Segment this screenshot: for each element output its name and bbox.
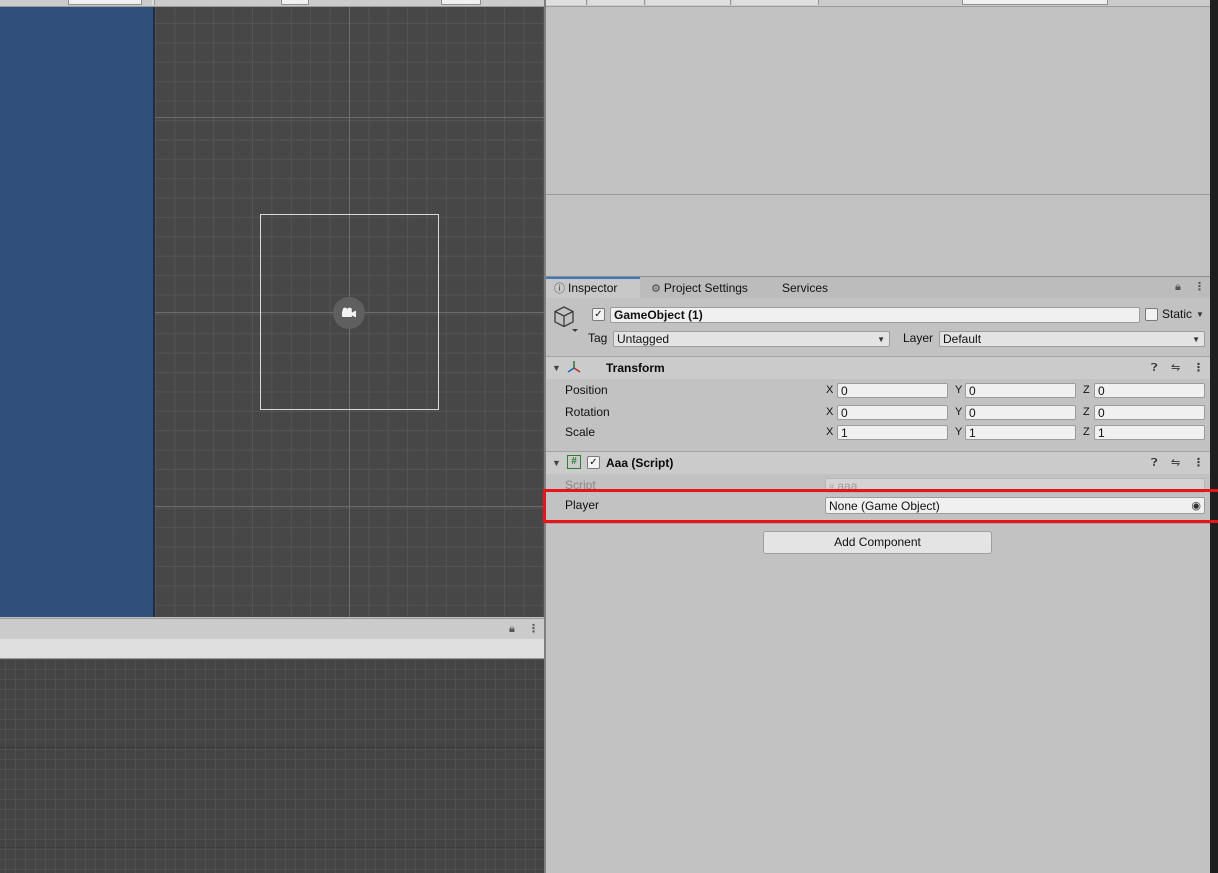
layer-label: Layer (903, 331, 934, 345)
transform-header[interactable]: ▼ Transform ❓︎ ⇋ ⋮ (546, 356, 1210, 379)
script-hash-icon: # (567, 455, 581, 469)
position-z-field[interactable]: 0 (1094, 383, 1205, 398)
info-icon: ⓘ (554, 283, 565, 295)
gameobject-active-checkbox[interactable]: ✓ (592, 308, 605, 321)
top-tool-field-2[interactable] (441, 0, 481, 5)
lock-icon[interactable]: 🔒︎ (1175, 280, 1181, 294)
tag-value: Untagged (617, 332, 670, 346)
top-tab[interactable] (588, 0, 645, 5)
script-enabled-checkbox[interactable]: ✓ (587, 456, 600, 469)
tab-services[interactable]: Services (774, 277, 836, 298)
game-view-panel (0, 7, 153, 617)
script-component-title: Aaa (Script) (606, 456, 674, 470)
rotation-x-field[interactable]: 0 (837, 405, 948, 420)
top-divider (152, 0, 155, 5)
presets-icon[interactable]: ⇋ (1171, 456, 1180, 470)
foldout-arrow-icon[interactable]: ▼ (552, 361, 561, 375)
transform-axes-icon (567, 360, 581, 377)
component-separator (546, 523, 1210, 524)
panel-separator (546, 194, 1210, 195)
right-edge-bar (1210, 0, 1218, 873)
tab-label: Project Settings (663, 281, 748, 295)
bottom-grid-view[interactable] (0, 659, 544, 873)
help-icon[interactable]: ❓︎ (1151, 361, 1158, 375)
chevron-down-icon: ▼ (877, 335, 885, 344)
chevron-down-icon: ▼ (1192, 335, 1200, 344)
position-label: Position (565, 383, 608, 397)
kebab-menu-icon[interactable]: ⋮ (528, 622, 539, 636)
scale-y-field[interactable]: 1 (965, 425, 1076, 440)
bottom-panel-toolbar (0, 639, 544, 659)
tag-label: Tag (588, 331, 608, 345)
scale-label: Scale (565, 425, 596, 439)
static-dropdown-arrow[interactable]: ▼ (1196, 307, 1204, 323)
tag-dropdown[interactable]: Untagged ▼ (613, 331, 890, 347)
position-y-field[interactable]: 0 (965, 383, 1076, 398)
gear-icon: ⚙ (651, 283, 661, 295)
axis-y-label[interactable]: Y (955, 405, 962, 420)
camera-icon (342, 307, 356, 318)
tab-label: Services (782, 281, 829, 295)
top-tab[interactable] (732, 0, 819, 5)
axis-z-label[interactable]: Z (1083, 405, 1090, 420)
tab-inspector[interactable]: ⓘ Inspector (546, 277, 640, 298)
bottom-panel-header: 🔒︎ ⋮ (0, 618, 544, 640)
inspector-tab-bar: ⓘ Inspector ⚙ Project Settings Services 🔒︎… (546, 276, 1210, 299)
top-search-input[interactable] (962, 0, 1108, 5)
scale-x-field[interactable]: 1 (837, 425, 948, 440)
kebab-menu-icon[interactable]: ⋮ (1193, 361, 1204, 375)
help-icon[interactable]: ❓︎ (1151, 456, 1158, 470)
axis-y-label[interactable]: Y (955, 383, 962, 398)
layer-value: Default (943, 332, 982, 346)
gameobject-cube-icon (552, 305, 578, 336)
foldout-arrow-icon[interactable]: ▼ (552, 456, 561, 470)
scene-view[interactable] (155, 7, 544, 617)
rotation-label: Rotation (565, 405, 610, 419)
axis-x-label[interactable]: X (826, 405, 833, 420)
tab-label: Inspector (568, 281, 618, 295)
top-tab[interactable] (646, 0, 731, 5)
axis-y-label[interactable]: Y (955, 425, 962, 440)
top-tab[interactable] (546, 0, 587, 5)
axis-z-label[interactable]: Z (1083, 425, 1090, 440)
script-component-header[interactable]: ▼ # ✓ Aaa (Script) ❓︎ ⇋ ⋮ (546, 451, 1210, 474)
kebab-menu-icon[interactable]: ⋮ (1194, 280, 1205, 294)
top-toolbar-strip (0, 0, 1218, 7)
position-x-field[interactable]: 0 (837, 383, 948, 398)
scale-z-field[interactable]: 1 (1094, 425, 1205, 440)
static-label: Static (1162, 307, 1193, 321)
top-tool-field[interactable] (281, 0, 309, 5)
axis-x-label[interactable]: X (826, 383, 833, 398)
layer-dropdown[interactable]: Default ▼ (939, 331, 1205, 347)
camera-gizmo-icon[interactable] (333, 297, 365, 329)
add-component-button[interactable]: Add Component (763, 531, 992, 554)
kebab-menu-icon[interactable]: ⋮ (1193, 456, 1204, 470)
transform-title: Transform (606, 361, 665, 375)
top-search-field[interactable] (68, 0, 142, 5)
axis-x-label[interactable]: X (826, 425, 833, 440)
highlight-annotation-box (543, 489, 1218, 523)
rotation-y-field[interactable]: 0 (965, 405, 1076, 420)
rotation-z-field[interactable]: 0 (1094, 405, 1205, 420)
upper-right-panel (546, 7, 1210, 275)
static-checkbox[interactable] (1145, 308, 1158, 321)
lock-icon[interactable]: 🔒︎ (509, 622, 515, 636)
gameobject-name-field[interactable]: GameObject (1) (610, 307, 1140, 323)
presets-icon[interactable]: ⇋ (1171, 361, 1180, 375)
tab-project-settings[interactable]: ⚙ Project Settings (643, 277, 756, 298)
axis-z-label[interactable]: Z (1083, 383, 1090, 398)
